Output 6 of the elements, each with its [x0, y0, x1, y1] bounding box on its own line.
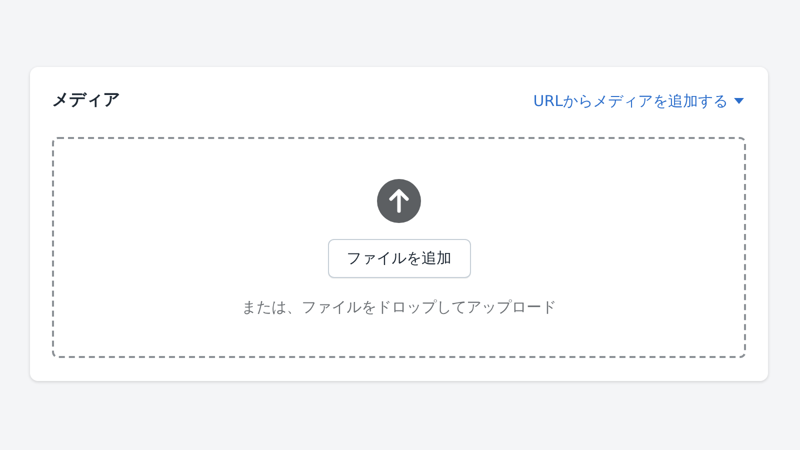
drop-hint: または、ファイルをドロップしてアップロード	[242, 297, 556, 318]
add-file-button[interactable]: ファイルを追加	[328, 239, 470, 278]
card-title: メディア	[52, 89, 120, 112]
caret-icon	[734, 98, 744, 104]
add-from-url-link[interactable]: URLからメディアを追加する	[533, 90, 746, 112]
dropzone[interactable]: ファイルを追加 または、ファイルをドロップしてアップロード	[52, 137, 746, 358]
